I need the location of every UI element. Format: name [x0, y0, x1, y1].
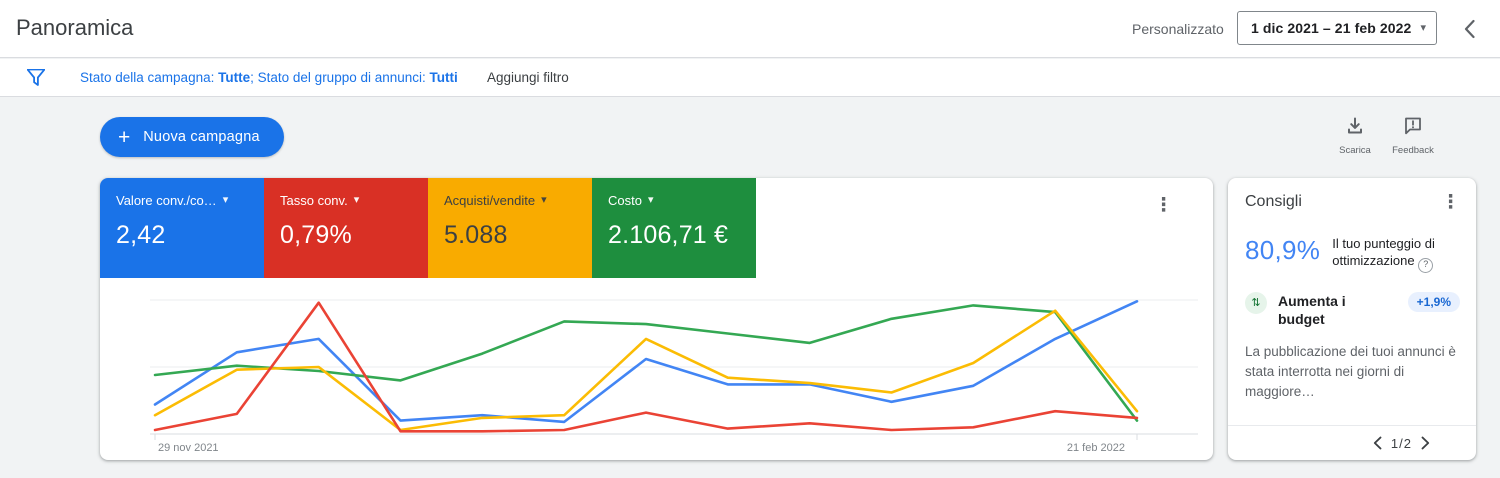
- metric-label: Acquisti/vendite: [444, 193, 536, 208]
- page-header: Panoramica Personalizzato 1 dic 2021 – 2…: [0, 0, 1500, 58]
- new-campaign-label: Nuova campagna: [143, 129, 260, 145]
- metric-label: Valore conv./co…: [116, 193, 217, 208]
- filter-separator: ;: [250, 70, 254, 85]
- filter-funnel-icon[interactable]: [27, 69, 45, 86]
- pagination-indicator: 1/2: [1390, 435, 1412, 451]
- metric-value: 2,42: [116, 221, 166, 249]
- date-range-dropdown[interactable]: 1 dic 2021 – 21 feb 2022 ▾: [1237, 11, 1437, 45]
- adgroup-status-label: Stato del gruppo di annunci:: [257, 70, 426, 85]
- overview-chart-card: 29 nov 2021 21 feb 2022 Valore conv./co… ▾…: [100, 178, 1213, 460]
- download-label: Scarica: [1339, 145, 1371, 156]
- google-ads-overview-screen: Panoramica Personalizzato 1 dic 2021 – 2…: [0, 0, 1500, 478]
- date-range-value: 1 dic 2021 – 21 feb 2022: [1251, 20, 1412, 36]
- download-icon: [1348, 117, 1362, 134]
- optimization-score-label: Il tuo punteggio di ottimizzazione ?: [1332, 235, 1436, 273]
- collapse-panel-button[interactable]: [1452, 15, 1486, 43]
- metric-tab-cost[interactable]: Costo ▾ 2.106,71 €: [592, 178, 756, 278]
- chevron-down-icon: ▾: [647, 194, 654, 206]
- campaign-status-value: Tutte: [218, 70, 251, 85]
- recommendation-item-title: Aumenta i budget: [1278, 292, 1346, 328]
- recommendation-item-increase-budgets[interactable]: ⇅ Aumenta i budget +1,9%: [1245, 291, 1460, 330]
- add-filter-button[interactable]: Aggiungi filtro: [487, 59, 569, 97]
- active-filters-chip[interactable]: Stato della campagna: Tutte; Stato del g…: [80, 59, 458, 97]
- recommendations-title: Consigli: [1245, 193, 1302, 210]
- metric-tab-conv-rate[interactable]: Tasso conv. ▾ 0,79%: [264, 178, 428, 278]
- uplift-badge: +1,9%: [1407, 291, 1460, 312]
- recommendations-card: Consigli ⋮ 80,9% Il tuo punteggio di ott…: [1228, 178, 1476, 460]
- metric-value: 5.088: [444, 221, 508, 249]
- metric-value: 2.106,71 €: [608, 221, 729, 249]
- metric-value: 0,79%: [280, 221, 352, 249]
- chevron-left-icon: [1373, 436, 1382, 450]
- new-campaign-button[interactable]: + Nuova campagna: [100, 117, 284, 157]
- optimization-score-value: 80,9%: [1245, 235, 1321, 265]
- svg-text:29 nov 2021: 29 nov 2021: [158, 442, 219, 454]
- chevron-down-icon: ▾: [541, 194, 547, 206]
- metric-label: Tasso conv.: [280, 193, 348, 208]
- chevron-down-icon: ▾: [353, 194, 360, 206]
- pagination-prev-button[interactable]: [1373, 436, 1382, 450]
- chevron-down-icon: ▾: [222, 194, 229, 206]
- date-preset-label: Personalizzato: [1132, 21, 1224, 37]
- metric-label: Costo: [608, 193, 642, 208]
- feedback-button[interactable]: Feedback: [1390, 116, 1436, 156]
- metric-tab-purchases[interactable]: Acquisti/vendite ▾ 5.088: [428, 178, 592, 278]
- optimization-score-row: 80,9% Il tuo punteggio di ottimizzazione…: [1245, 235, 1460, 273]
- plus-icon: +: [118, 125, 131, 149]
- campaign-status-label: Stato della campagna:: [80, 70, 215, 85]
- recommendations-more-options-button[interactable]: ⋮: [1441, 193, 1460, 212]
- chevron-down-icon: ▾: [1420, 21, 1426, 34]
- chevron-right-icon: [1421, 436, 1430, 450]
- metric-tab-conv-value-per-cost[interactable]: Valore conv./co… ▾ 2,42: [100, 178, 264, 278]
- chevron-left-icon: [1464, 19, 1475, 39]
- chart-more-options-button[interactable]: ⋮: [1154, 196, 1173, 215]
- pagination-next-button[interactable]: [1421, 436, 1430, 450]
- adgroup-status-value: Tutti: [429, 70, 458, 85]
- help-icon[interactable]: ?: [1418, 257, 1434, 273]
- download-button[interactable]: Scarica: [1332, 116, 1378, 156]
- filter-bar: Stato della campagna: Tutte; Stato del g…: [0, 59, 1500, 97]
- page-title: Panoramica: [16, 15, 134, 40]
- feedback-label: Feedback: [1392, 145, 1434, 156]
- feedback-icon: [1405, 117, 1421, 135]
- metric-tabs: Valore conv./co… ▾ 2,42 Tasso conv. ▾ 0,79…: [100, 178, 756, 278]
- recommendations-pagination: 1/2: [1228, 425, 1476, 460]
- svg-text:21 feb 2022: 21 feb 2022: [1067, 442, 1125, 454]
- budget-arrows-icon: ⇅: [1245, 291, 1267, 314]
- recommendation-description: La pubblicazione dei tuoi annunci è stat…: [1245, 344, 1456, 400]
